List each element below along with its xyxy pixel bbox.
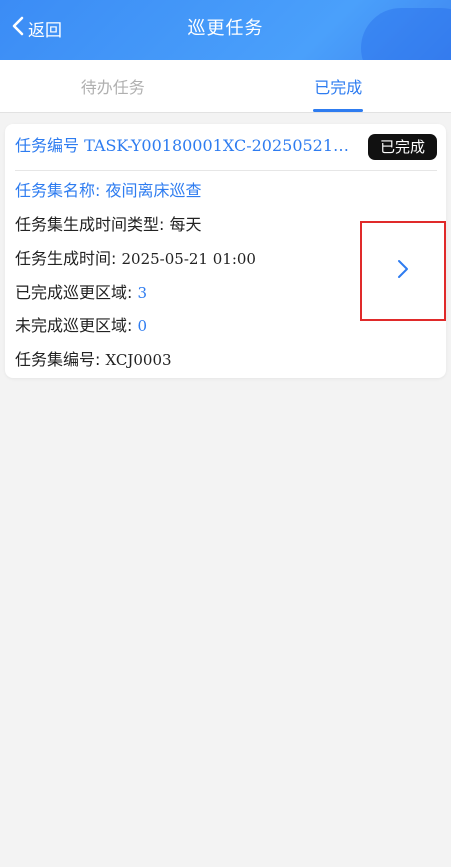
page-title: 巡更任务 bbox=[187, 18, 264, 39]
app-header: 返回 巡更任务 bbox=[0, 0, 451, 60]
task-set-name-label: 任务集名称: bbox=[15, 181, 106, 200]
task-number-label: 任务编号 bbox=[15, 136, 85, 155]
task-set-number-value: XCJ0003 bbox=[105, 351, 172, 369]
active-tab-indicator bbox=[313, 109, 364, 112]
uncompleted-areas: 未完成巡更区域: 0 bbox=[15, 312, 147, 336]
task-generation-time-label: 任务生成时间: bbox=[15, 249, 122, 268]
task-number-value: TASK-Y00180001XC-20250521-00... bbox=[84, 136, 350, 155]
completed-areas-label: 已完成巡更区域: bbox=[15, 283, 138, 302]
status-badge: 已完成 bbox=[367, 134, 437, 160]
task-detail-button[interactable] bbox=[360, 221, 446, 321]
tab-pending-label: 待办任务 bbox=[80, 78, 145, 97]
tab-pending[interactable]: 待办任务 bbox=[0, 60, 226, 112]
task-generation-time-value: 2025-05-21 01:00 bbox=[121, 250, 256, 268]
task-set-name: 任务集名称: 夜间离床巡查 bbox=[15, 177, 202, 201]
uncompleted-areas-count: 0 bbox=[137, 317, 148, 335]
task-card-header: 任务编号 TASK-Y00180001XC-20250521-00... 已完成 bbox=[15, 132, 437, 171]
uncompleted-areas-label: 未完成巡更区域: bbox=[15, 316, 138, 335]
task-set-number-label: 任务集编号: bbox=[15, 350, 106, 369]
task-generation-type-label: 任务集生成时间类型: bbox=[15, 215, 170, 234]
completed-areas: 已完成巡更区域: 3 bbox=[15, 279, 147, 303]
tab-bar: 待办任务 已完成 bbox=[0, 60, 451, 113]
task-generation-time: 任务生成时间: 2025-05-21 01:00 bbox=[15, 245, 256, 269]
tab-completed-label: 已完成 bbox=[314, 78, 363, 97]
task-set-name-value: 夜间离床巡查 bbox=[105, 181, 202, 200]
task-set-number: 任务集编号: XCJ0003 bbox=[15, 346, 172, 370]
task-generation-type: 任务集生成时间类型: 每天 bbox=[15, 211, 202, 235]
task-number: 任务编号 TASK-Y00180001XC-20250521-00... bbox=[15, 132, 350, 170]
chevron-right-icon bbox=[396, 258, 410, 284]
task-card[interactable]: 任务编号 TASK-Y00180001XC-20250521-00... 已完成… bbox=[5, 124, 446, 378]
task-generation-type-value: 每天 bbox=[169, 215, 202, 234]
tab-completed[interactable]: 已完成 bbox=[226, 60, 451, 112]
completed-areas-count: 3 bbox=[137, 284, 148, 302]
